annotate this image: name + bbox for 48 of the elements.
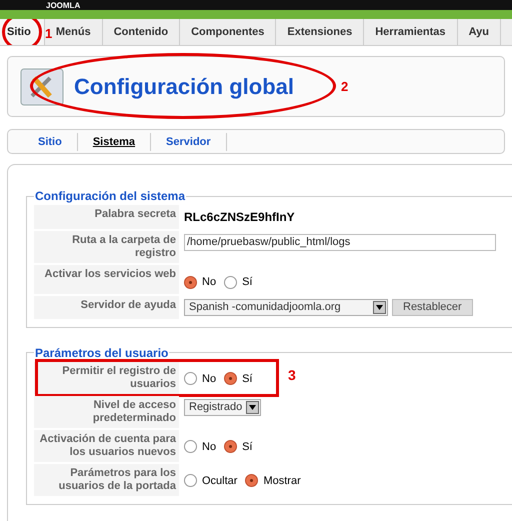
menu-tab[interactable]: Ayu bbox=[458, 19, 501, 45]
sub-tab[interactable]: Sitio bbox=[23, 132, 78, 150]
annotation-number: 1 bbox=[45, 25, 52, 43]
dropdown-caret-icon bbox=[246, 400, 260, 414]
radio-button[interactable] bbox=[245, 474, 258, 488]
radio-label: Sí bbox=[242, 440, 252, 454]
radio-button[interactable] bbox=[224, 372, 238, 386]
radio-label: Ocultar bbox=[202, 474, 238, 488]
dropdown[interactable]: Spanish -comunidadjoomla.org bbox=[184, 298, 388, 316]
annotation-number: 2 bbox=[341, 78, 348, 96]
dropdown[interactable]: Registrado bbox=[184, 398, 262, 416]
radio-label: Sí bbox=[242, 372, 252, 386]
dropdown-caret-icon bbox=[373, 300, 386, 314]
menu-tab[interactable]: Contenido bbox=[102, 19, 180, 45]
reset-button[interactable]: Restablecer bbox=[392, 298, 473, 316]
section-legend: Configuración del sistema bbox=[34, 187, 186, 205]
page-title: Configuración global bbox=[74, 73, 294, 101]
radio-button[interactable] bbox=[224, 276, 238, 289]
field-label: Servidor de ayuda bbox=[34, 296, 179, 318]
radio-button[interactable] bbox=[184, 276, 197, 289]
field-label: Parámetros para los usuarios de la portada bbox=[34, 464, 179, 496]
radio-label: No bbox=[202, 275, 216, 290]
radio-button[interactable] bbox=[184, 474, 197, 488]
radio-label: Sí bbox=[242, 275, 252, 290]
field-label: Ruta a la carpeta de registro bbox=[34, 231, 179, 263]
sub-tab[interactable]: Servidor bbox=[151, 132, 227, 150]
secret-value: RLc6cZNSzE9hfInY bbox=[184, 209, 295, 226]
radio-label: Mostrar bbox=[263, 474, 301, 488]
tools-icon bbox=[20, 68, 64, 106]
field-label: Permitir el registro de usuarios bbox=[34, 362, 179, 394]
field-label: Palabra secreta bbox=[34, 205, 179, 229]
circle-annotation bbox=[2, 19, 42, 45]
field-label: Activar los servicios web bbox=[34, 265, 179, 294]
radio-button[interactable] bbox=[184, 440, 197, 454]
radio-label: No bbox=[202, 372, 216, 386]
brand-name: JOOMLA bbox=[46, 2, 80, 10]
field-label: Nivel de acceso predeterminado bbox=[34, 396, 179, 428]
sub-tab[interactable]: Sistema bbox=[78, 132, 152, 150]
field-label: Activación de cuenta para los usuarios nuevos bbox=[34, 430, 179, 462]
menu-tab[interactable]: Herramientas bbox=[364, 19, 458, 45]
menu-tab[interactable]: Componentes bbox=[180, 19, 276, 45]
input-field[interactable]: /home/pruebasw/public_html/logs bbox=[184, 234, 496, 251]
radio-label: No bbox=[202, 440, 216, 454]
section-legend: Parámetros del usuario bbox=[34, 344, 170, 362]
menu-tab[interactable]: Extensiones bbox=[276, 19, 364, 45]
annotation-number: 3 bbox=[288, 366, 296, 384]
radio-button[interactable] bbox=[224, 440, 238, 454]
radio-button[interactable] bbox=[184, 372, 197, 386]
